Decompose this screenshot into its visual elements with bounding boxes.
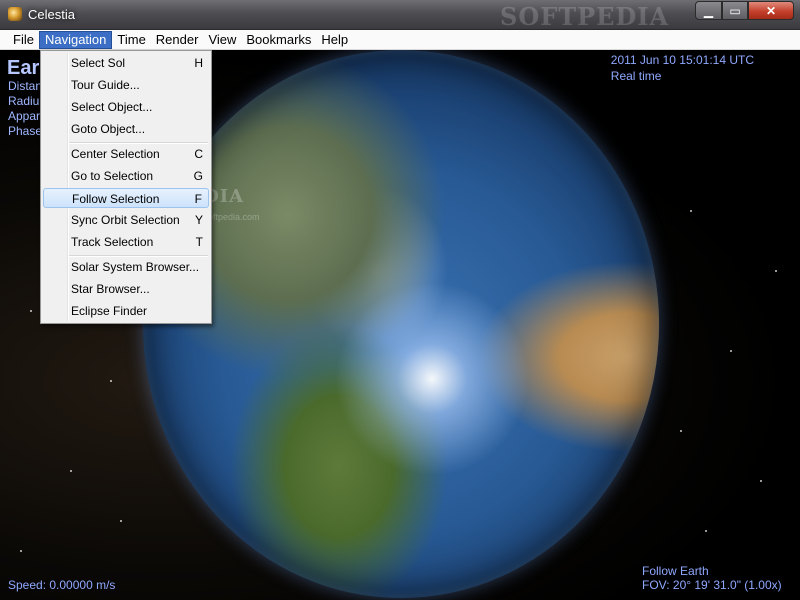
star: [760, 480, 762, 482]
fov-readout: FOV: 20° 19' 31.0" (1.00x): [642, 578, 782, 592]
menu-time[interactable]: Time: [112, 31, 150, 49]
menu-help[interactable]: Help: [316, 31, 353, 49]
datetime-text: 2011 Jun 10 15:01:14 UTC: [610, 53, 754, 67]
hud-apparent-label: Appar: [8, 109, 41, 123]
minimize-icon: ▁: [703, 3, 714, 18]
caption-buttons: ▁ ▭ ✕: [695, 1, 794, 21]
menu-item-label: Sync Orbit Selection: [71, 213, 180, 227]
earth-atmosphere: [143, 50, 659, 598]
menu-item-label: Eclipse Finder: [71, 304, 148, 318]
star: [730, 350, 732, 352]
speed-readout: Speed: 0.00000 m/s: [8, 578, 116, 592]
time-mode: Real time: [610, 69, 662, 83]
star: [680, 430, 682, 432]
menu-item-label: Select Object...: [71, 100, 153, 114]
menu-item-label: Follow Selection: [72, 192, 160, 206]
menu-item-shortcut: G: [193, 169, 203, 183]
menu-file[interactable]: File: [8, 31, 39, 49]
menu-item-follow-selection[interactable]: Follow Selection F: [43, 188, 209, 208]
menu-render[interactable]: Render: [151, 31, 204, 49]
star: [120, 520, 122, 522]
hud-phase-label: Phase: [8, 124, 43, 138]
menu-item-track-selection[interactable]: Track Selection T: [43, 232, 209, 252]
star: [110, 380, 112, 382]
menu-item-label: Track Selection: [71, 235, 154, 249]
minimize-button[interactable]: ▁: [695, 1, 722, 20]
maximize-button[interactable]: ▭: [722, 1, 748, 20]
star: [705, 530, 707, 532]
star: [20, 550, 22, 552]
star: [70, 470, 72, 472]
menu-bookmarks[interactable]: Bookmarks: [241, 31, 316, 49]
menu-item-select-object[interactable]: Select Object...: [43, 97, 209, 117]
title-bar[interactable]: Celestia SOFTPEDIA ▁ ▭ ✕: [0, 0, 800, 31]
menu-item-label: Solar System Browser...: [71, 260, 200, 274]
menu-item-eclipse-finder[interactable]: Eclipse Finder: [43, 301, 209, 321]
menu-item-center-selection[interactable]: Center Selection C: [43, 144, 209, 164]
close-icon: ✕: [765, 3, 777, 18]
menu-item-label: Center Selection: [71, 147, 160, 161]
menu-bar: File Navigation Time Render View Bookmar…: [0, 30, 800, 50]
menu-item-shortcut: T: [195, 235, 203, 249]
maximize-icon: ▭: [729, 3, 741, 18]
menu-item-star-browser[interactable]: Star Browser...: [43, 279, 209, 299]
menu-item-shortcut: C: [194, 147, 203, 161]
menu-item-go-to-selection[interactable]: Go to Selection G: [43, 166, 209, 186]
star: [775, 270, 777, 272]
menu-item-sync-orbit-selection[interactable]: Sync Orbit Selection Y: [43, 210, 209, 230]
menu-item-shortcut: Y: [194, 213, 203, 227]
star: [690, 210, 692, 212]
star: [30, 310, 32, 312]
menu-view[interactable]: View: [203, 31, 241, 49]
menu-item-goto-object[interactable]: Goto Object...: [43, 119, 209, 139]
window-title: Celestia: [28, 7, 75, 22]
menu-item-solar-system-browser[interactable]: Solar System Browser...: [43, 257, 209, 277]
navigation-menu: Select Sol H Tour Guide... Select Object…: [40, 50, 212, 324]
follow-status: Follow Earth: [642, 564, 709, 578]
menu-item-label: Star Browser...: [71, 282, 150, 296]
menu-item-shortcut: F: [194, 192, 202, 206]
selected-object-name: Ear: [7, 57, 40, 79]
hud-distance-label: Distan: [8, 79, 43, 93]
celestia-app-icon[interactable]: [8, 7, 22, 21]
menu-item-label: Go to Selection: [71, 169, 154, 183]
datetime-display: 2011 Jun 10 15:01:14 UTC Real time: [611, 52, 754, 84]
hud-radius-label: Radiu: [8, 94, 40, 108]
close-button[interactable]: ✕: [748, 1, 794, 20]
menu-item-label: Goto Object...: [71, 122, 146, 136]
menu-item-label: Select Sol: [71, 56, 126, 70]
softpedia-watermark: SOFTPEDIA: [500, 2, 670, 31]
menu-item-shortcut: H: [194, 56, 203, 70]
menu-item-tour-guide[interactable]: Tour Guide...: [43, 75, 209, 95]
menu-navigation[interactable]: Navigation: [38, 30, 113, 49]
menu-item-label: Tour Guide...: [71, 78, 140, 92]
menu-item-select-sol[interactable]: Select Sol H: [43, 53, 209, 73]
